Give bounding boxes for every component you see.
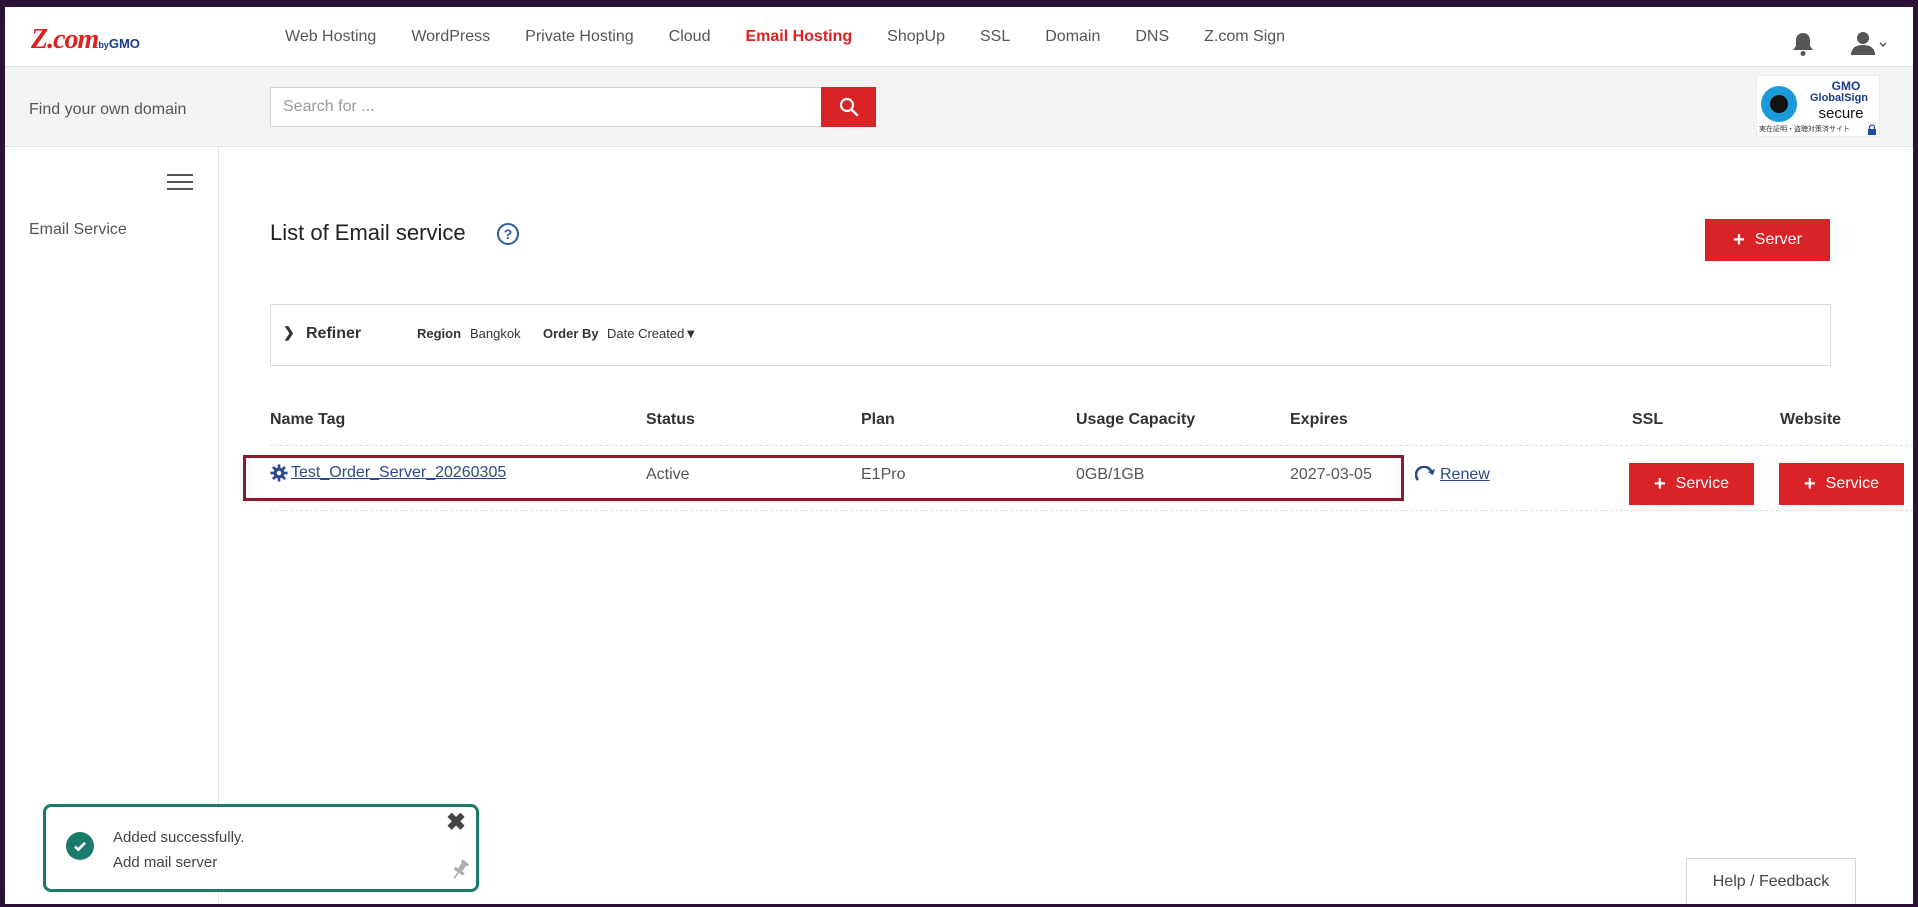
browser-viewport: Z.combyGMO Web Hosting WordPress Private… (5, 7, 1913, 904)
nav-wordpress[interactable]: WordPress (411, 7, 490, 67)
domain-search-input[interactable] (270, 87, 825, 127)
nav-ssl[interactable]: SSL (980, 7, 1010, 67)
badge-name-text: GlobalSign (1809, 92, 1869, 104)
order-by-select[interactable]: Date Created▼ (607, 326, 697, 341)
nav-shopup[interactable]: ShopUp (887, 7, 945, 67)
nav-domain[interactable]: Domain (1045, 7, 1100, 67)
region-label: Region (417, 326, 462, 341)
logo-gmo-text: GMO (108, 36, 140, 51)
usage-cell: 0GB/1GB (1076, 466, 1145, 483)
renew-link[interactable]: Renew (1415, 466, 1490, 484)
order-by-label: Order By (543, 326, 599, 341)
nav-dns[interactable]: DNS (1135, 7, 1169, 67)
find-domain-label: Find your own domain (29, 101, 187, 118)
ssl-service-label: Service (1675, 475, 1730, 492)
refiner-panel: ❯ Refiner Region Bangkok Order By Date C… (270, 304, 1831, 366)
top-navigation: Z.combyGMO Web Hosting WordPress Private… (5, 7, 1913, 67)
refresh-icon (1415, 466, 1435, 481)
column-header-website: Website (1780, 411, 1842, 428)
expires-cell: 2027-03-05 (1290, 466, 1372, 483)
help-feedback-button[interactable]: Help / Feedback (1686, 858, 1856, 904)
search-icon (839, 97, 858, 117)
search-button[interactable] (821, 87, 876, 127)
domain-search-bar: Find your own domain GMO GlobalSign secu… (5, 67, 1913, 147)
user-icon[interactable] (1849, 29, 1889, 57)
globalsign-eye-logo (1761, 86, 1797, 122)
row-divider (270, 510, 1913, 511)
bell-icon[interactable] (1791, 31, 1815, 57)
main-nav: Web Hosting WordPress Private Hosting Cl… (285, 7, 1320, 67)
nav-private-hosting[interactable]: Private Hosting (525, 7, 634, 67)
plus-icon: + (1733, 229, 1745, 251)
logo-text: Z.com (31, 24, 99, 55)
plan-cell: E1Pro (861, 466, 906, 483)
close-icon[interactable]: ✖ (446, 811, 466, 835)
success-toast: Added successfully. Add mail server ✖ (43, 804, 479, 892)
add-server-label: Server (1754, 231, 1802, 248)
question-circle-icon[interactable]: ? (497, 223, 519, 245)
add-server-button[interactable]: + Server (1705, 219, 1830, 261)
column-header-ssl: SSL (1632, 411, 1664, 428)
page-title: List of Email service (270, 220, 466, 245)
sidebar: Email Service (5, 148, 219, 904)
nav-web-hosting[interactable]: Web Hosting (285, 7, 376, 67)
logo-by-text: by (98, 40, 109, 50)
column-header-expires: Expires (1290, 411, 1348, 428)
nav-email-hosting[interactable]: Email Hosting (745, 7, 852, 67)
status-cell: Active (646, 466, 690, 483)
hamburger-icon[interactable] (167, 174, 193, 192)
region-value: Bangkok (470, 326, 521, 341)
plus-icon: + (1653, 473, 1666, 495)
website-service-label: Service (1825, 475, 1880, 492)
renew-label: Renew (1440, 466, 1490, 483)
column-header-name-tag: Name Tag (270, 411, 346, 428)
row-divider (270, 445, 1913, 446)
chevron-right-icon[interactable]: ❯ (283, 324, 295, 341)
toast-title: Added successfully. (113, 829, 245, 846)
nav-cloud[interactable]: Cloud (669, 7, 711, 67)
server-name-link[interactable]: Test_Order_Server_20260305 (270, 464, 506, 482)
sidebar-item-email-service[interactable]: Email Service (29, 221, 127, 239)
column-header-status: Status (646, 411, 695, 428)
refiner-toggle[interactable]: Refiner (306, 325, 361, 343)
check-circle-icon (66, 832, 94, 860)
badge-gmo-text: GMO (1831, 79, 1861, 93)
toast-message: Add mail server (113, 854, 218, 871)
globalsign-secure-badge[interactable]: GMO GlobalSign secure 実在証明・盗聴対策済サイト (1756, 75, 1880, 137)
server-name-text: Test_Order_Server_20260305 (291, 464, 507, 481)
ssl-service-button[interactable]: + Service (1629, 463, 1754, 505)
lock-icon (1868, 124, 1876, 135)
badge-secure-text: secure (1818, 105, 1864, 122)
website-service-button[interactable]: + Service (1779, 463, 1904, 505)
zcom-logo[interactable]: Z.combyGMO (31, 25, 140, 60)
pin-icon[interactable] (450, 859, 470, 881)
plus-icon: + (1803, 473, 1816, 495)
badge-small-text: 実在証明・盗聴対策済サイト (1759, 126, 1850, 133)
column-header-plan: Plan (861, 411, 895, 428)
column-header-usage: Usage Capacity (1076, 411, 1196, 428)
gear-icon (270, 464, 288, 482)
nav-zcom-sign[interactable]: Z.com Sign (1204, 7, 1285, 67)
